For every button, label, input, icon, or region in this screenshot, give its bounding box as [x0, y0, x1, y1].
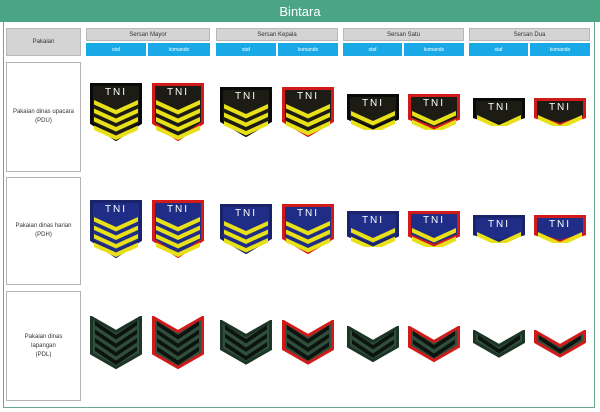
- badge-text-tni: TNI: [235, 208, 257, 219]
- komando-label: komando: [168, 46, 190, 53]
- rank-header-sersan-kepala: Sersan Kepala: [216, 28, 338, 41]
- badge-pdl-sersan-dua-staf: [473, 330, 525, 358]
- komando-label: komando: [423, 46, 445, 53]
- rank-header-sersan-satu: Sersan Satu: [343, 28, 464, 41]
- badge-pdu-sersan-dua-komando: TNI: [534, 98, 586, 126]
- komando-label: komando: [297, 46, 319, 53]
- badge-text-tni: TNI: [297, 91, 319, 102]
- sub-header-staf: staf: [216, 43, 276, 56]
- column-header-pakaian-label: Pakaian: [32, 39, 55, 45]
- badge-text-tni: TNI: [297, 208, 319, 219]
- badge-pdh-sersan-dua-staf: TNI: [473, 215, 525, 243]
- rank-header-sersan-dua: Sersan Dua: [469, 28, 590, 41]
- badge-text-tni: TNI: [105, 204, 127, 215]
- badge-pdh-sersan-dua-komando: TNI: [534, 215, 586, 243]
- row-label-line: Pakaian dinas upacara: [12, 109, 75, 115]
- badge-pdu-sersan-mayor-staf: TNI: [90, 83, 142, 141]
- staf-label: staf: [494, 46, 503, 53]
- sub-header-staf: staf: [343, 43, 402, 56]
- row-label-line: Pakaian dinas: [24, 333, 63, 340]
- badge-text-tni: TNI: [105, 87, 127, 98]
- badge-pdl-sersan-satu-staf: [347, 326, 399, 363]
- badge-text-tni: TNI: [488, 219, 510, 230]
- row-label-line: (PDH): [35, 232, 52, 238]
- sub-header-komando: komando: [278, 43, 338, 56]
- badge-pdl-sersan-kepala-komando: [282, 320, 334, 365]
- rank-header-sersan-mayor: Sersan Mayor: [86, 28, 210, 41]
- badge-pdu-sersan-kepala-staf: TNI: [220, 87, 272, 137]
- rank-name: Sersan Satu: [386, 31, 421, 38]
- badge-text-tni: TNI: [549, 219, 571, 230]
- badge-pdu-sersan-mayor-komando: TNI: [152, 83, 204, 141]
- badge-text-tni: TNI: [423, 98, 445, 109]
- staf-label: staf: [241, 46, 251, 53]
- column-header-pakaian: Pakaian: [6, 28, 81, 56]
- row-label-line: lapangan: [31, 342, 56, 349]
- badge-pdl-sersan-kepala-staf: [220, 320, 272, 365]
- badge-pdu-sersan-satu-komando: TNI: [408, 94, 460, 130]
- sub-header-komando: komando: [530, 43, 590, 56]
- staf-label: staf: [111, 46, 121, 53]
- badge-pdh-sersan-satu-komando: TNI: [408, 211, 460, 247]
- badge-pdu-sersan-dua-staf: TNI: [473, 98, 525, 126]
- badge-pdh-sersan-kepala-staf: TNI: [220, 204, 272, 254]
- badge-text-tni: TNI: [235, 91, 257, 102]
- row-label-pdl: Pakaian dinas lapangan (PDL): [6, 291, 81, 401]
- komando-label: komando: [549, 46, 571, 53]
- badge-pdl-sersan-mayor-komando: [152, 316, 204, 370]
- badge-text-tni: TNI: [362, 98, 384, 109]
- badge-text-tni: TNI: [167, 87, 189, 98]
- sub-header-komando: komando: [404, 43, 464, 56]
- row-label-line: Pakaian dinas harian: [15, 223, 72, 229]
- row-label-line: (PDU): [35, 118, 52, 124]
- sub-header-komando: komando: [148, 43, 210, 56]
- badge-pdl-sersan-mayor-staf: [90, 316, 142, 370]
- badge-text-tni: TNI: [362, 215, 384, 226]
- badge-pdu-sersan-kepala-komando: TNI: [282, 87, 334, 137]
- badge-pdl-sersan-satu-komando: [408, 326, 460, 363]
- rank-name: Sersan Dua: [513, 31, 546, 38]
- badge-pdh-sersan-mayor-staf: TNI: [90, 200, 142, 258]
- rank-name: Sersan Mayor: [129, 31, 167, 38]
- row-label-line: (PDL): [35, 351, 52, 358]
- page-title: Bintara: [0, 0, 600, 22]
- staf-label: staf: [368, 46, 377, 53]
- sub-header-staf: staf: [469, 43, 528, 56]
- sub-header-staf: staf: [86, 43, 146, 56]
- badge-text-tni: TNI: [423, 215, 445, 226]
- badge-pdh-sersan-satu-staf: TNI: [347, 211, 399, 247]
- badge-text-tni: TNI: [167, 204, 189, 215]
- rank-name: Sersan Kepala: [257, 31, 297, 38]
- badge-pdh-sersan-mayor-komando: TNI: [152, 200, 204, 258]
- badge-text-tni: TNI: [549, 102, 571, 113]
- row-label-pdh: Pakaian dinas harian (PDH): [6, 177, 81, 285]
- badge-pdu-sersan-satu-staf: TNI: [347, 94, 399, 130]
- badge-text-tni: TNI: [488, 102, 510, 113]
- badge-pdl-sersan-dua-komando: [534, 330, 586, 358]
- badge-pdh-sersan-kepala-komando: TNI: [282, 204, 334, 254]
- row-label-pdu: Pakaian dinas upacara (PDU): [6, 62, 81, 172]
